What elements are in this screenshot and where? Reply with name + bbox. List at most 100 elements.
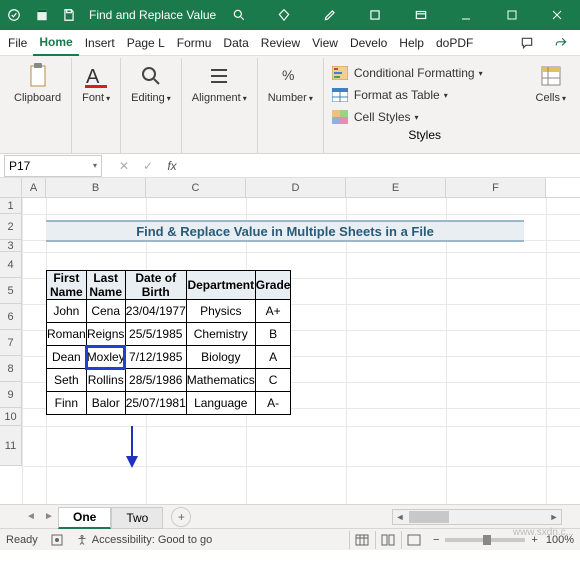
horizontal-scrollbar[interactable]: ◄► xyxy=(392,509,562,525)
table-cell[interactable]: 28/5/1986 xyxy=(125,369,186,392)
tab-file[interactable]: File xyxy=(2,30,33,56)
col-header[interactable]: F xyxy=(446,178,546,197)
table-header[interactable]: Department xyxy=(186,271,255,300)
tab-review[interactable]: Review xyxy=(255,30,306,56)
autosave-toggle[interactable] xyxy=(0,0,28,30)
clipboard-button[interactable]: Clipboard xyxy=(10,58,65,132)
tab-formulas[interactable]: Formu xyxy=(171,30,218,56)
font-button[interactable]: A Font▾ xyxy=(78,58,114,132)
table-cell[interactable]: 7/12/1985 xyxy=(125,346,186,369)
table-cell[interactable]: John xyxy=(47,300,87,323)
editing-button[interactable]: Editing▾ xyxy=(127,58,175,132)
col-header[interactable]: B xyxy=(46,178,146,197)
tab-data[interactable]: Data xyxy=(217,30,254,56)
table-cell[interactable]: Reigns xyxy=(86,323,125,346)
pen-icon[interactable] xyxy=(307,0,352,30)
tab-nav-next[interactable]: ► xyxy=(40,508,58,526)
tab-insert[interactable]: Insert xyxy=(79,30,121,56)
chevron-down-icon[interactable]: ▾ xyxy=(93,161,97,170)
col-header[interactable]: A xyxy=(22,178,46,197)
table-cell[interactable]: Seth xyxy=(47,369,87,392)
row-header[interactable]: 9 xyxy=(0,382,22,408)
row-header[interactable]: 5 xyxy=(0,278,22,304)
row-header[interactable]: 3 xyxy=(0,240,22,252)
table-cell[interactable]: A- xyxy=(255,392,291,415)
tab-view[interactable]: View xyxy=(306,30,344,56)
view-normal-icon[interactable] xyxy=(349,531,375,549)
alignment-button[interactable]: Alignment▾ xyxy=(188,58,251,132)
table-cell[interactable]: 23/04/1977 xyxy=(125,300,186,323)
format-as-table-button[interactable]: Format as Table▾ xyxy=(330,84,520,106)
row-header[interactable]: 8 xyxy=(0,356,22,382)
row-header[interactable]: 7 xyxy=(0,330,22,356)
minimize-button[interactable] xyxy=(444,0,489,30)
cells-button[interactable]: Cells▾ xyxy=(532,58,570,132)
cell-styles-button[interactable]: Cell Styles▾ xyxy=(330,106,520,128)
view-page-layout-icon[interactable] xyxy=(375,531,401,549)
new-sheet-button[interactable]: + xyxy=(171,507,191,527)
row-header[interactable]: 10 xyxy=(0,408,22,426)
save-icon[interactable] xyxy=(55,0,83,30)
table-cell[interactable]: Roman xyxy=(47,323,87,346)
select-all-corner[interactable] xyxy=(0,178,22,197)
table-header[interactable]: First Name xyxy=(47,271,87,300)
tab-help[interactable]: Help xyxy=(393,30,430,56)
table-header[interactable]: Grade xyxy=(255,271,291,300)
formula-input[interactable] xyxy=(184,159,580,173)
table-cell[interactable]: 25/5/1985 xyxy=(125,323,186,346)
enter-formula-icon[interactable]: ✓ xyxy=(136,155,160,177)
row-header[interactable]: 4 xyxy=(0,252,22,278)
number-button[interactable]: % Number▾ xyxy=(264,58,317,132)
fx-icon[interactable]: fx xyxy=(160,155,184,177)
col-header[interactable]: D xyxy=(246,178,346,197)
table-cell[interactable]: Mathematics xyxy=(186,369,255,392)
table-cell[interactable]: Cena xyxy=(86,300,125,323)
tab-home[interactable]: Home xyxy=(33,30,78,56)
comments-icon[interactable] xyxy=(510,31,544,55)
col-header[interactable]: E xyxy=(346,178,446,197)
accessibility-status[interactable]: Accessibility: Good to go xyxy=(76,534,212,546)
table-cell[interactable]: Finn xyxy=(47,392,87,415)
worksheet[interactable]: A B C D E F Find & Replace Value in Mult… xyxy=(0,178,580,504)
share-icon[interactable] xyxy=(544,31,578,55)
tab-developer[interactable]: Develo xyxy=(344,30,393,56)
name-box[interactable]: ▾ xyxy=(4,155,102,177)
macro-record-icon[interactable] xyxy=(50,533,64,547)
tab-dopdf[interactable]: doPDF xyxy=(430,30,479,56)
table-cell[interactable]: Physics xyxy=(186,300,255,323)
table-header[interactable]: Last Name xyxy=(86,271,125,300)
table-cell[interactable]: B xyxy=(255,323,291,346)
table-cell[interactable]: 25/07/1981 xyxy=(125,392,186,415)
table-cell[interactable]: Moxley xyxy=(86,346,125,369)
table-cell[interactable]: Balor xyxy=(86,392,125,415)
table-header[interactable]: Date of Birth xyxy=(125,271,186,300)
col-header[interactable]: C xyxy=(146,178,246,197)
sheet-tab-two[interactable]: Two xyxy=(111,507,163,529)
table-cell[interactable]: Dean xyxy=(47,346,87,369)
view-page-break-icon[interactable] xyxy=(401,531,427,549)
conditional-formatting-button[interactable]: Conditional Formatting▾ xyxy=(330,62,520,84)
maximize-button[interactable] xyxy=(489,0,534,30)
tab-nav-prev[interactable]: ◄ xyxy=(22,508,40,526)
zoom-out-icon[interactable]: − xyxy=(433,534,439,546)
sheet-tab-one[interactable]: One xyxy=(58,507,111,529)
row-header[interactable]: 1 xyxy=(0,198,22,214)
diamond-icon[interactable] xyxy=(262,0,307,30)
row-header[interactable]: 11 xyxy=(0,426,22,466)
close-button[interactable] xyxy=(535,0,580,30)
table-cell[interactable]: Chemistry xyxy=(186,323,255,346)
row-header[interactable]: 6 xyxy=(0,304,22,330)
table-cell[interactable]: Biology xyxy=(186,346,255,369)
table-cell[interactable]: Rollins xyxy=(86,369,125,392)
account-icon[interactable] xyxy=(353,0,398,30)
table-cell[interactable]: A xyxy=(255,346,291,369)
search-icon[interactable] xyxy=(216,0,261,30)
name-box-input[interactable] xyxy=(9,159,73,173)
ribbon-options-icon[interactable] xyxy=(398,0,443,30)
table-cell[interactable]: A+ xyxy=(255,300,291,323)
row-header[interactable]: 2 xyxy=(0,214,22,240)
tab-page-layout[interactable]: Page L xyxy=(121,30,171,56)
cancel-formula-icon[interactable]: ✕ xyxy=(112,155,136,177)
table-cell[interactable]: C xyxy=(255,369,291,392)
table-cell[interactable]: Language xyxy=(186,392,255,415)
